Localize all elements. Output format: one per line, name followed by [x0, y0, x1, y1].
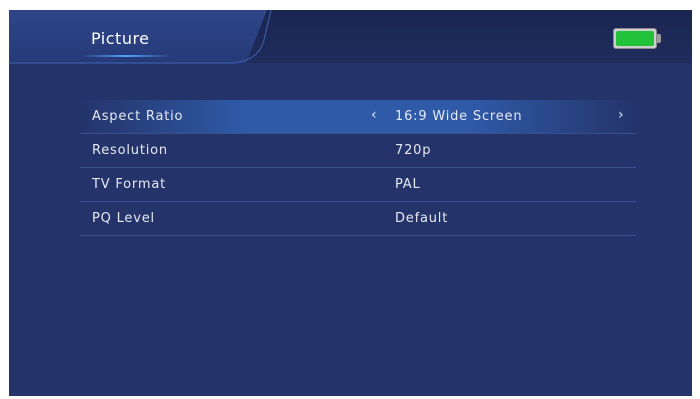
menu-row-aspect-ratio[interactable]: Aspect Ratio ‹ 16:9 Wide Screen ›: [80, 100, 636, 134]
menu-row-label: Resolution: [92, 143, 168, 158]
menu-row-tv-format[interactable]: TV Format PAL: [80, 168, 636, 202]
tab-underline: [81, 55, 171, 57]
battery-icon: [613, 28, 665, 51]
chevron-left-icon[interactable]: ‹: [371, 107, 377, 123]
menu-row-label: PQ Level: [92, 211, 155, 226]
menu-row-value: Default: [395, 211, 449, 226]
battery-body: [613, 28, 657, 49]
picture-settings-menu: Aspect Ratio ‹ 16:9 Wide Screen › Resolu…: [80, 100, 636, 236]
menu-row-pq-level[interactable]: PQ Level Default: [80, 202, 636, 236]
menu-row-value: 16:9 Wide Screen: [395, 109, 523, 124]
menu-row-resolution[interactable]: Resolution 720p: [80, 134, 636, 168]
page-title: Picture: [91, 29, 150, 48]
menu-row-label: Aspect Ratio: [92, 109, 184, 124]
settings-screen: Picture Aspect Ratio ‹ 16:9 Wide Screen …: [9, 10, 692, 396]
battery-tip: [657, 34, 661, 43]
menu-row-value: 720p: [395, 143, 432, 158]
menu-row-label: TV Format: [92, 177, 166, 192]
battery-level-fill: [616, 31, 654, 46]
chevron-right-icon[interactable]: ›: [618, 107, 624, 123]
menu-row-value: PAL: [395, 177, 421, 192]
header-bar: Picture: [9, 10, 692, 64]
